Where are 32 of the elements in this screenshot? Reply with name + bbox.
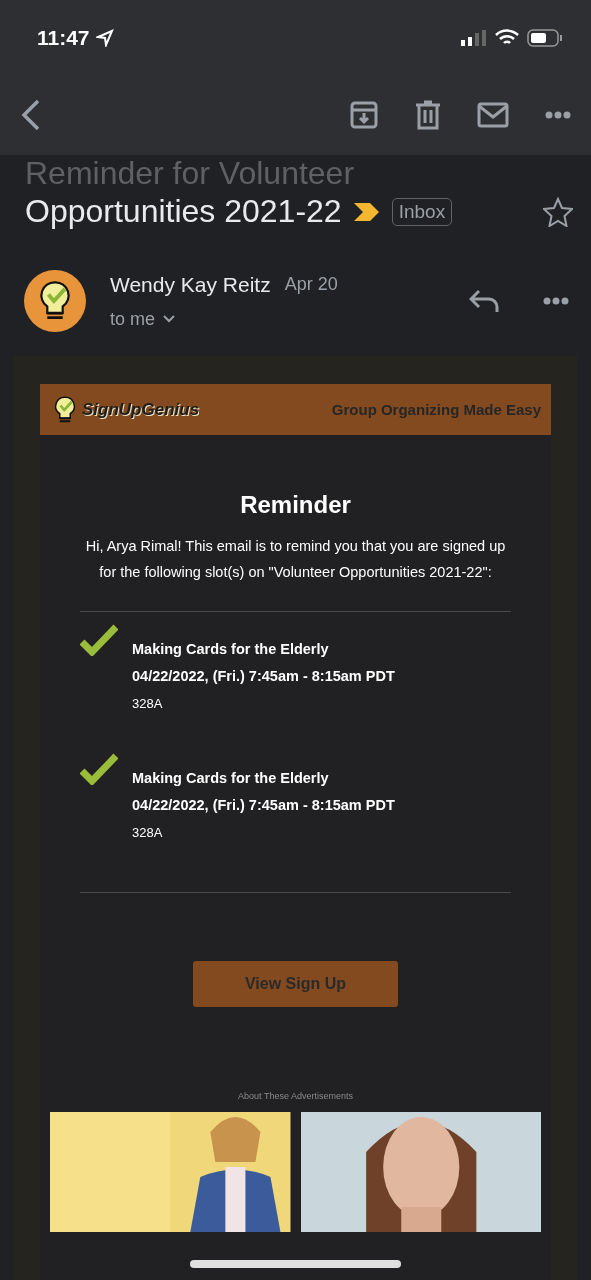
- slot-location: 328A: [132, 824, 164, 842]
- location-icon: [95, 28, 114, 47]
- subject-text: Reminder for Volunteer: [24, 155, 356, 187]
- back-button[interactable]: [20, 98, 42, 132]
- chevron-down-icon: [163, 315, 176, 323]
- inbox-label: Inbox: [391, 197, 453, 226]
- status-time: 11:47: [37, 25, 90, 50]
- sender-name: Wendy Kay Reitz: [110, 272, 271, 297]
- slot-title: Making Cards for the Elderly: [132, 769, 330, 788]
- reply-button[interactable]: [469, 289, 499, 313]
- brand-logo-text: SignUpGenius: [82, 399, 200, 420]
- ads-info-link[interactable]: About These Advertisements: [238, 1091, 353, 1101]
- email-heading: Reminder: [239, 491, 352, 519]
- email-date: Apr 20: [284, 274, 338, 295]
- intro-text: Hi, Arya Rimal! This email is to remind you that you are signed up for the following slot(s) on "Volunteer Opportunities 2021-22":: [84, 537, 507, 582]
- checkmark-icon: [80, 624, 118, 656]
- battery-icon: [527, 28, 563, 47]
- delete-button[interactable]: [415, 100, 441, 130]
- star-button[interactable]: [543, 196, 573, 227]
- slot-time: 04/22/2022, (Fri.) 7:45am - 8:15am PDT: [132, 796, 395, 815]
- archive-button[interactable]: [349, 100, 379, 130]
- subject-text: Opportunities 2021-22: [25, 193, 342, 230]
- checkmark-icon: [80, 753, 118, 785]
- signal-icon: [461, 29, 487, 46]
- recipient-text: to me: [110, 308, 156, 330]
- tagline-text: Group Organizing Made Easy: [331, 401, 541, 418]
- more-button[interactable]: [543, 297, 569, 305]
- slot-title: Making Cards for the Elderly: [132, 640, 330, 659]
- mark-unread-button[interactable]: [477, 102, 509, 128]
- more-button[interactable]: [545, 111, 571, 119]
- slot-location: 328A: [132, 695, 164, 713]
- slot-time: 04/22/2022, (Fri.) 7:45am - 8:15am PDT: [132, 667, 395, 686]
